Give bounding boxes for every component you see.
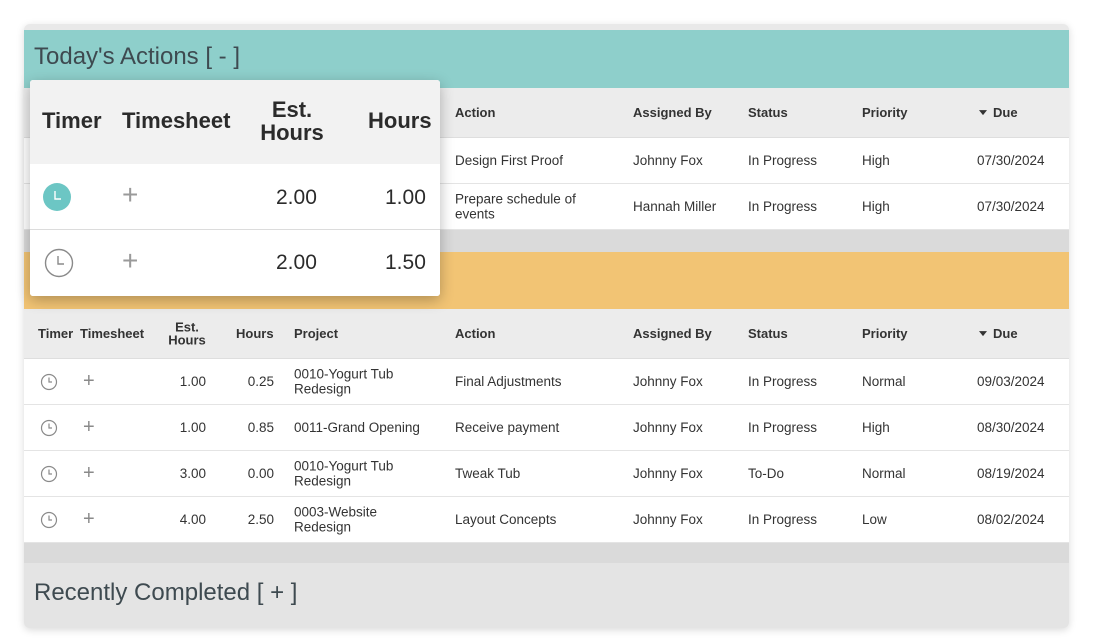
zoom-callout: Timer Timesheet Est. Hours Hours + 2.00 … <box>30 80 440 296</box>
plus-icon[interactable]: + <box>122 181 138 209</box>
due-cell: 09/03/2024 <box>977 373 1045 389</box>
action-cell[interactable]: Design First Proof <box>455 153 563 169</box>
col-est-hours[interactable]: Est. Hours <box>162 319 212 347</box>
est-hours-cell: 1.00 <box>179 419 206 435</box>
action-cell[interactable]: Receive payment <box>455 420 559 436</box>
zoom-row[interactable]: + 2.00 1.00 <box>30 164 440 230</box>
priority-cell: Normal <box>862 373 906 389</box>
col-hours[interactable]: Hours <box>236 327 274 341</box>
zoom-header-row: Timer Timesheet Est. Hours Hours <box>30 80 440 164</box>
assigned-by-cell: Johnny Fox <box>633 373 703 389</box>
action-cell[interactable]: Final Adjustments <box>455 374 562 390</box>
col-timesheet[interactable]: Timesheet <box>80 327 144 341</box>
clock-icon[interactable] <box>40 511 58 529</box>
assigned-by-cell: Hannah Miller <box>633 198 717 214</box>
sort-desc-icon <box>979 330 987 336</box>
plus-icon[interactable]: + <box>83 371 95 391</box>
assigned-by-cell: Johnny Fox <box>633 419 703 435</box>
col-action[interactable]: Action <box>455 106 495 120</box>
recently-completed-header: Recently Completed [ + ] <box>24 563 1069 628</box>
action-cell[interactable]: Prepare schedule of events <box>455 191 605 222</box>
project-cell[interactable]: 0010-Yogurt Tub Redesign <box>294 458 414 489</box>
due-cell: 08/19/2024 <box>977 465 1045 481</box>
project-cell[interactable]: 0010-Yogurt Tub Redesign <box>294 366 414 397</box>
zoom-col-timer[interactable]: Timer <box>42 109 102 132</box>
col-status[interactable]: Status <box>748 106 788 120</box>
status-cell: In Progress <box>748 152 818 168</box>
hours-cell: 2.50 <box>247 511 274 527</box>
upcoming-header-row: Timer Timesheet Est. Hours Hours Project… <box>24 309 1069 359</box>
zoom-hours: 1.00 <box>385 186 426 209</box>
due-cell: 08/02/2024 <box>977 511 1045 527</box>
col-project[interactable]: Project <box>294 327 338 341</box>
zoom-est-hours: 2.00 <box>276 251 317 274</box>
status-cell: In Progress <box>748 419 818 435</box>
plus-icon[interactable]: + <box>83 463 95 483</box>
col-priority[interactable]: Priority <box>862 106 908 120</box>
table-row[interactable]: + 3.00 0.00 0010-Yogurt Tub Redesign Twe… <box>24 451 1069 497</box>
hours-cell: 0.25 <box>247 373 274 389</box>
action-cell[interactable]: Tweak Tub <box>455 466 520 482</box>
col-due-label: Due <box>993 325 1018 341</box>
col-due[interactable]: Due <box>979 325 1018 341</box>
sort-desc-icon <box>979 109 987 115</box>
priority-cell: High <box>862 419 890 435</box>
zoom-row[interactable]: + 2.00 1.50 <box>30 230 440 296</box>
zoom-col-est-hours[interactable]: Est. Hours <box>256 98 328 144</box>
assigned-by-cell: Johnny Fox <box>633 511 703 527</box>
col-due[interactable]: Due <box>979 104 1018 120</box>
zoom-col-hours[interactable]: Hours <box>368 109 432 132</box>
zoom-est-hours: 2.00 <box>276 186 317 209</box>
clock-icon[interactable] <box>40 465 58 483</box>
todays-actions-toggle[interactable]: Today's Actions [ - ] <box>34 43 240 71</box>
table-row[interactable]: + 1.00 0.25 0010-Yogurt Tub Redesign Fin… <box>24 359 1069 405</box>
est-hours-cell: 3.00 <box>179 465 206 481</box>
project-cell[interactable]: 0011-Grand Opening <box>294 420 434 436</box>
est-hours-cell: 1.00 <box>179 373 206 389</box>
priority-cell: High <box>862 198 890 214</box>
recently-completed-toggle[interactable]: Recently Completed [ + ] <box>34 579 297 607</box>
hours-cell: 0.85 <box>247 419 274 435</box>
assigned-by-cell: Johnny Fox <box>633 465 703 481</box>
project-cell[interactable]: 0003-Website Redesign <box>294 504 414 535</box>
due-cell: 07/30/2024 <box>977 198 1045 214</box>
col-action[interactable]: Action <box>455 327 495 341</box>
action-cell[interactable]: Layout Concepts <box>455 512 556 528</box>
priority-cell: High <box>862 152 890 168</box>
plus-icon[interactable]: + <box>83 417 95 437</box>
priority-cell: Low <box>862 511 887 527</box>
plus-icon[interactable]: + <box>83 509 95 529</box>
col-priority[interactable]: Priority <box>862 327 908 341</box>
table-row[interactable]: + 4.00 2.50 0003-Website Redesign Layout… <box>24 497 1069 543</box>
clock-icon[interactable] <box>40 373 58 391</box>
zoom-hours: 1.50 <box>385 251 426 274</box>
col-assigned-by[interactable]: Assigned By <box>633 106 712 120</box>
table-row[interactable]: + 1.00 0.85 0011-Grand Opening Receive p… <box>24 405 1069 451</box>
col-assigned-by[interactable]: Assigned By <box>633 327 712 341</box>
zoom-col-timesheet[interactable]: Timesheet <box>122 109 230 132</box>
section-divider <box>24 543 1069 563</box>
status-cell: In Progress <box>748 198 818 214</box>
priority-cell: Normal <box>862 465 906 481</box>
status-cell: To-Do <box>748 465 785 481</box>
col-timer[interactable]: Timer <box>38 327 73 341</box>
col-due-label: Due <box>993 104 1018 120</box>
col-status[interactable]: Status <box>748 327 788 341</box>
status-cell: In Progress <box>748 373 818 389</box>
clock-icon[interactable] <box>44 248 74 278</box>
hours-cell: 0.00 <box>247 465 274 481</box>
plus-icon[interactable]: + <box>122 247 138 275</box>
assigned-by-cell: Johnny Fox <box>633 152 703 168</box>
clock-icon[interactable] <box>40 419 58 437</box>
est-hours-cell: 4.00 <box>179 511 206 527</box>
status-cell: In Progress <box>748 511 818 527</box>
clock-icon-active[interactable] <box>42 182 72 212</box>
due-cell: 07/30/2024 <box>977 152 1045 168</box>
due-cell: 08/30/2024 <box>977 419 1045 435</box>
